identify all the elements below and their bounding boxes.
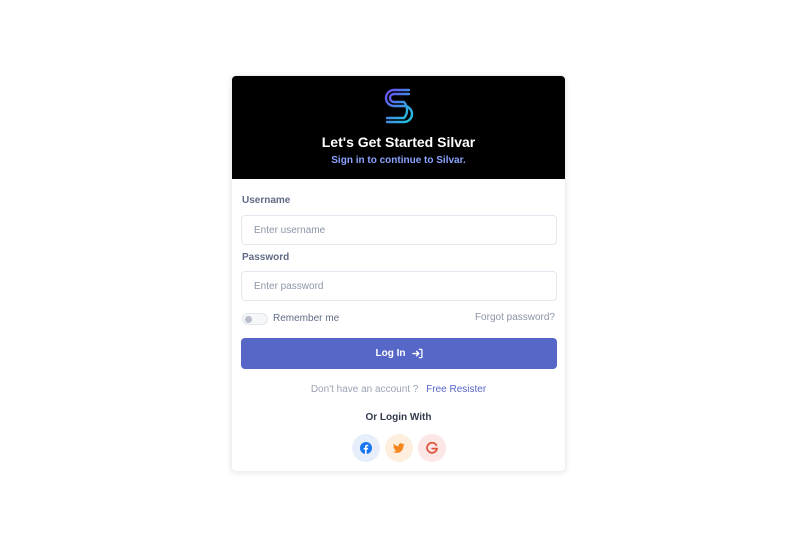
- social-login-heading: Or Login With: [365, 412, 432, 423]
- remember-me-label: Remember me: [273, 313, 340, 324]
- page-subtitle: Sign in to continue to Silvar.: [331, 155, 466, 166]
- login-button-label: Log In: [375, 348, 406, 359]
- remember-me-toggle[interactable]: [242, 313, 268, 325]
- password-label: Password: [242, 252, 290, 263]
- silvar-logo: [384, 88, 414, 124]
- google-login-button[interactable]: [418, 434, 446, 462]
- register-link[interactable]: Free Resister: [426, 384, 486, 395]
- no-account-text: Don't have an account ?: [310, 384, 419, 395]
- login-button[interactable]: Log In: [241, 338, 557, 369]
- forgot-password-link[interactable]: Forgot password?: [475, 312, 555, 323]
- login-card: Let's Get Started Silvar Sign in to cont…: [231, 75, 566, 472]
- twitter-login-button[interactable]: [385, 434, 413, 462]
- card-header: Let's Get Started Silvar Sign in to cont…: [232, 76, 565, 179]
- twitter-icon: [393, 443, 405, 453]
- facebook-icon: [360, 442, 372, 454]
- register-row: Don't have an account ? Free Resister: [232, 384, 565, 395]
- username-input[interactable]: [241, 215, 557, 245]
- google-icon: [426, 442, 438, 454]
- username-label: Username: [242, 195, 291, 206]
- toggle-knob: [245, 316, 252, 323]
- sign-in-icon: [411, 348, 423, 359]
- page-title: Let's Get Started Silvar: [321, 134, 476, 150]
- password-input[interactable]: [241, 271, 557, 301]
- facebook-login-button[interactable]: [352, 434, 380, 462]
